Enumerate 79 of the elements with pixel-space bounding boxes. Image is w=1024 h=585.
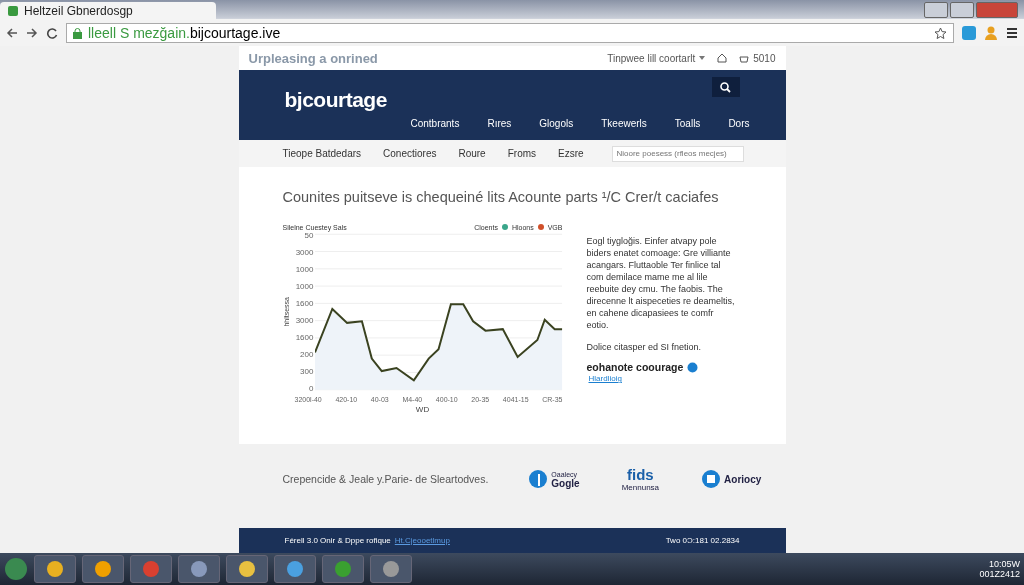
search-button[interactable] xyxy=(711,77,740,97)
app-icon xyxy=(190,560,208,578)
note: Dolice citasper ed SI fnetion. xyxy=(586,341,703,353)
cart-icon[interactable] xyxy=(739,53,750,63)
logo-text: Gogle xyxy=(551,479,580,488)
app-icon xyxy=(286,560,304,578)
cart-count: 5010 xyxy=(753,52,776,64)
clock-date: 001Z2412 xyxy=(979,569,1020,579)
tick-label: 200 xyxy=(299,350,314,359)
tick-label: 1000 xyxy=(294,282,314,291)
subnav-link[interactable]: Roure xyxy=(458,148,486,159)
axis-label: WD xyxy=(415,405,430,414)
tick-label: 3000 xyxy=(294,316,314,325)
brand-name: eohanote coourage xyxy=(586,361,684,373)
tick-label: 3000 xyxy=(294,248,314,257)
tagline: Urpleasing a onrined xyxy=(248,50,378,66)
minimize-button[interactable] xyxy=(924,2,948,18)
tick-label: 0 xyxy=(307,384,314,393)
app-icon xyxy=(238,560,256,578)
tick-label: 1600 xyxy=(294,333,314,342)
partners-text: Crepencide & Jeale y.Parie- de Sleartodves. xyxy=(282,473,489,485)
partner-logo[interactable]: fids Mennunsa xyxy=(621,466,660,492)
partner-logo[interactable]: Aoriocy xyxy=(701,469,762,489)
taskbar-app[interactable] xyxy=(82,555,124,583)
logo-text: fids xyxy=(627,466,654,483)
tick-label: 50 xyxy=(303,231,314,240)
app-icon xyxy=(94,560,112,578)
taskbar-app[interactable] xyxy=(274,555,316,583)
subnav-link[interactable]: Froms xyxy=(507,148,537,159)
subnav-link[interactable]: Tieope Batdedars xyxy=(282,148,362,159)
taskbar-app[interactable] xyxy=(322,555,364,583)
nav-link[interactable]: Toalls xyxy=(674,118,701,129)
dropdown[interactable]: Tinpwee lill coortarlt xyxy=(607,52,706,64)
tick-label: 300 xyxy=(299,367,314,376)
app-icon xyxy=(382,560,400,578)
clock-time: 10:05W xyxy=(987,559,1020,569)
footer-date: Two 0Ɔ:181 02.2834 xyxy=(665,536,740,545)
nav-link[interactable]: Glogols xyxy=(539,118,574,129)
star-icon[interactable] xyxy=(934,26,947,40)
taskbar-app[interactable] xyxy=(370,555,412,583)
person-icon[interactable] xyxy=(984,26,998,40)
app-icon xyxy=(334,560,352,578)
menu-icon[interactable] xyxy=(1006,27,1018,39)
subnav-link[interactable]: Conectiores xyxy=(383,148,437,159)
taskbar-app[interactable] xyxy=(34,555,76,583)
search-icon xyxy=(720,81,731,93)
nav-link[interactable]: Contbrants xyxy=(410,118,460,129)
nav-link[interactable]: Dors xyxy=(728,118,750,129)
subnav-link[interactable]: Ezsre xyxy=(558,148,584,159)
description: Eogl tiygloğis. Einfer atvapy pole biders enatet comoage: Gre villiante acangars. Fluttaoble Ter finlice tal com demilace mame me al lile reebuite dey cmu. The faobis. The direcenne lt aispeceties re deameltis, en cahene dicapasiees te comfr eotio. xyxy=(586,235,736,331)
browser-tab[interactable]: Heltzeil Gbnerdosgp xyxy=(0,2,216,20)
page-heading: Counites puitseve is chequeiné lits Acounte parts ¹/C Crer/t caciafes xyxy=(282,189,720,205)
start-icon[interactable] xyxy=(4,557,28,581)
tick-label: 1600 xyxy=(294,299,314,308)
lock-icon xyxy=(73,27,82,39)
site-logo[interactable]: bjcourtage xyxy=(284,88,740,112)
copyright: Férell 3.0 Onir & Dppe rofique xyxy=(284,536,391,545)
help-icon xyxy=(687,361,699,373)
taskbar-app[interactable] xyxy=(178,555,220,583)
nav-link[interactable]: Rıres xyxy=(487,118,512,129)
taskbar-app[interactable] xyxy=(226,555,268,583)
logo-text: Mennunsa xyxy=(621,483,660,492)
forward-icon[interactable] xyxy=(26,27,38,39)
back-icon[interactable] xyxy=(6,27,18,39)
tick-label: 1000 xyxy=(294,265,314,274)
brand-link[interactable]: Hlardlioig xyxy=(588,373,737,385)
logo-text: Aoriocy xyxy=(724,473,762,485)
search-field[interactable]: Nioore poesess (rfleos mecjes) xyxy=(611,145,744,162)
nav-link[interactable]: Tkeewerls xyxy=(601,118,647,129)
footer-link[interactable]: Ht.Cjeooetlmup xyxy=(394,536,450,545)
app-icon xyxy=(142,560,160,578)
maximize-button[interactable] xyxy=(950,2,974,18)
home-icon[interactable] xyxy=(717,53,728,63)
favicon-icon xyxy=(8,6,18,16)
circle-icon xyxy=(528,469,549,489)
address-bar[interactable]: lleell S mezğain.bijcourtage.ive xyxy=(66,23,954,43)
caret-icon xyxy=(699,56,706,60)
app-icon xyxy=(46,560,64,578)
reload-icon[interactable] xyxy=(46,27,58,39)
